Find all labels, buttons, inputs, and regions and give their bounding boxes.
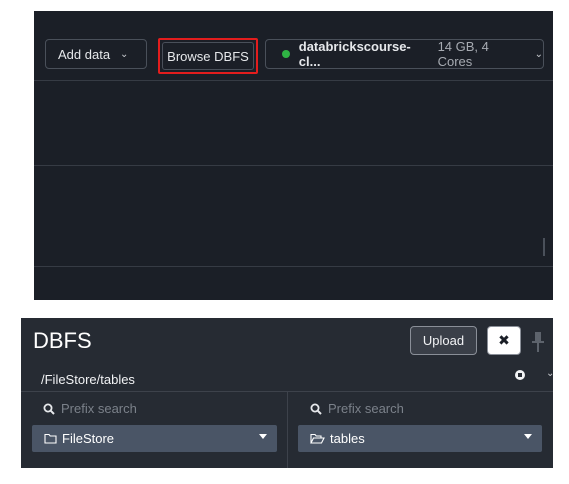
divider <box>34 266 553 267</box>
selected-folder: FileStore <box>62 431 115 446</box>
stop-icon[interactable] <box>515 370 525 380</box>
search-icon <box>43 403 55 415</box>
divider <box>34 80 553 81</box>
cluster-status-icon <box>282 50 290 58</box>
folder-select[interactable]: FileStore <box>32 425 277 452</box>
notebook-top-panel: Add data ⌄ Browse DBFS databrickscourse-… <box>34 11 553 300</box>
search-input[interactable]: Prefix search <box>310 401 404 416</box>
caret-down-icon <box>524 434 532 439</box>
cluster-name: databrickscourse-cl... <box>298 39 411 69</box>
browse-dbfs-highlight: Browse DBFS <box>158 38 258 74</box>
close-button[interactable]: ✖ <box>487 326 521 355</box>
chevron-down-icon: ⌄ <box>120 48 129 60</box>
search-placeholder: Prefix search <box>61 401 137 416</box>
selected-folder: tables <box>330 431 365 446</box>
breadcrumb: /FileStore/tables <box>41 372 135 387</box>
dbfs-browser-panel: DBFS Upload ✖ /FileStore/tables ⌄ Prefix… <box>21 318 553 468</box>
add-data-label: Add data <box>58 46 111 62</box>
upload-button[interactable]: Upload <box>410 326 477 355</box>
cluster-selector[interactable]: databrickscourse-cl... 14 GB, 4 Cores ⌄ <box>265 39 544 69</box>
browse-dbfs-label: Browse DBFS <box>167 48 249 64</box>
folder-open-icon <box>310 433 325 444</box>
caret-down-icon <box>259 434 267 439</box>
folder-column: Prefix search FileStore <box>21 392 287 468</box>
close-icon: ✖ <box>498 332 510 348</box>
divider <box>34 165 553 166</box>
search-input[interactable]: Prefix search <box>43 401 137 416</box>
search-placeholder: Prefix search <box>328 401 404 416</box>
pin-icon[interactable] <box>531 331 545 353</box>
cluster-spec: 14 GB, 4 Cores <box>437 39 489 69</box>
folder-select[interactable]: tables <box>298 425 542 452</box>
browse-dbfs-button[interactable]: Browse DBFS <box>162 42 254 70</box>
page-title: DBFS <box>33 328 92 353</box>
folder-icon <box>44 433 57 444</box>
chevron-down-icon: ⌄ <box>534 48 543 60</box>
search-icon <box>310 403 322 415</box>
scrollbar[interactable] <box>543 238 545 256</box>
chevron-down-icon[interactable]: ⌄ <box>546 368 553 379</box>
data-toolbar: Add data ⌄ Browse DBFS databrickscourse-… <box>34 11 553 91</box>
folder-column: Prefix search tables <box>288 392 553 468</box>
add-data-button[interactable]: Add data ⌄ <box>45 39 147 69</box>
